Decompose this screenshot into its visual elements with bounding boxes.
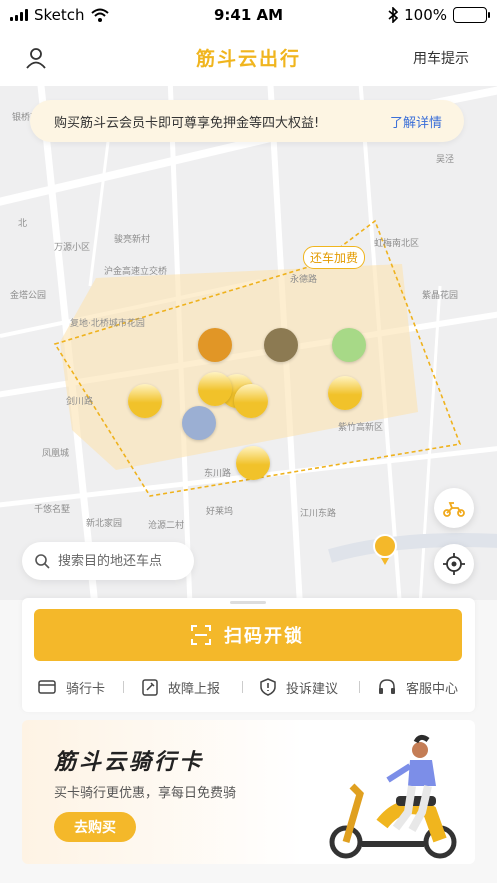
map-label: 紫晶花园 (422, 291, 459, 301)
return-fee-tag: 还车加费 (303, 246, 366, 269)
map-label: 东川路 (204, 469, 232, 479)
scooter-rider-illustration (316, 734, 457, 859)
battery-percent: 100% (404, 6, 447, 24)
map-base (0, 86, 497, 600)
bike-marker[interactable] (128, 384, 162, 418)
map-view[interactable]: 银桥花园 北 万源小区 沪金高速立交桥 骏亮新村 复地·北桥城市花园 剑川路 金… (0, 86, 497, 600)
quick-action-label: 故障上报 (168, 681, 221, 697)
locate-me-button[interactable] (434, 544, 474, 584)
search-input[interactable] (58, 550, 188, 572)
map-label: 万源小区 (54, 243, 91, 253)
scan-unlock-label: 扫码开锁 (224, 626, 304, 647)
map-label: 剑川路 (66, 397, 94, 407)
promo-subtitle: 买卡骑行更优惠，享每日免费骑 (54, 786, 237, 801)
status-bar: Sketch 9:41 AM 100% (0, 0, 497, 30)
map-label: 千悠名墅 (34, 505, 71, 515)
banner-text: 购买筋斗云会员卡即可尊享免押金等四大权益! (54, 116, 320, 131)
scan-icon (191, 625, 211, 645)
riding-card-action[interactable]: 骑行卡 (38, 678, 105, 697)
riding-tips-link[interactable]: 用车提示 (413, 48, 469, 68)
report-fault-action[interactable]: 故障上报 (142, 678, 220, 697)
map-label: 北 (18, 219, 28, 229)
bluetooth-icon (388, 7, 399, 23)
map-label: 复地·北桥城市花园 (70, 319, 145, 329)
map-label: 沧源二村 (148, 521, 185, 531)
bike-marker[interactable] (234, 384, 268, 418)
feedback-action[interactable]: 投诉建议 (260, 678, 338, 697)
quick-action-label: 客服中心 (406, 681, 459, 697)
crosshair-icon (443, 553, 465, 575)
bike-marker[interactable] (332, 328, 366, 362)
map-label: 永德路 (290, 275, 318, 285)
bike-marker[interactable] (264, 328, 298, 362)
battery-icon (453, 7, 490, 23)
map-label: 虹梅南北区 (374, 239, 420, 249)
bike-marker[interactable] (236, 446, 270, 480)
nav-bar: 筋斗云出行 用车提示 (0, 30, 497, 86)
status-right: 100% (388, 6, 490, 24)
buy-button[interactable]: 去购买 (54, 812, 136, 842)
map-label: 江川东路 (300, 509, 337, 519)
divider (242, 681, 243, 693)
scan-unlock-button[interactable]: 扫码开锁 (34, 609, 462, 661)
map-label: 沪金高速立交桥 (104, 267, 168, 277)
quick-action-label: 骑行卡 (66, 681, 106, 697)
search-icon (35, 554, 50, 569)
map-label: 金塔公园 (10, 291, 47, 301)
membership-banner[interactable]: 购买筋斗云会员卡即可尊享免押金等四大权益! 了解详情 (30, 100, 464, 142)
wrench-icon (142, 679, 158, 696)
promo-title: 筋斗云骑行卡 (54, 750, 205, 775)
riding-card-promo[interactable]: 筋斗云骑行卡 买卡骑行更优惠，享每日免费骑 去购买 (22, 720, 475, 864)
scooter-icon (443, 502, 465, 517)
app-screen: Sketch 9:41 AM 100% 筋斗云出行 用车提示 北 万源小区 沪金… (0, 0, 497, 883)
headset-icon (379, 679, 395, 694)
map-label: 紫竹高新区 (338, 423, 384, 433)
quick-actions: 骑行卡 故障上报 投诉建议 客服中心 (22, 676, 475, 698)
action-panel: 扫码开锁 骑行卡 故障上报 投诉建议 客服中心 (22, 598, 475, 712)
bike-marker[interactable] (198, 372, 232, 406)
divider (123, 681, 124, 693)
map-label: 新北家园 (86, 519, 123, 529)
map-label: 凤凰城 (42, 449, 70, 459)
map-label: 好莱坞 (206, 507, 234, 517)
scooter-mode-button[interactable] (434, 488, 474, 528)
banner-details-link[interactable]: 了解详情 (390, 112, 442, 131)
card-icon (38, 680, 56, 694)
bike-marker[interactable] (328, 376, 362, 410)
quick-action-label: 投诉建议 (286, 681, 339, 697)
drag-handle[interactable] (230, 601, 266, 604)
location-pin-icon (373, 534, 397, 565)
bike-marker[interactable] (198, 328, 232, 362)
shield-icon (260, 678, 276, 696)
divider (359, 681, 360, 693)
customer-service-action[interactable]: 客服中心 (378, 678, 458, 697)
map-label: 骏亮新村 (114, 235, 151, 245)
bike-marker[interactable] (182, 406, 216, 440)
return-point-search[interactable] (22, 542, 194, 580)
map-label: 吴泾 (436, 155, 455, 165)
